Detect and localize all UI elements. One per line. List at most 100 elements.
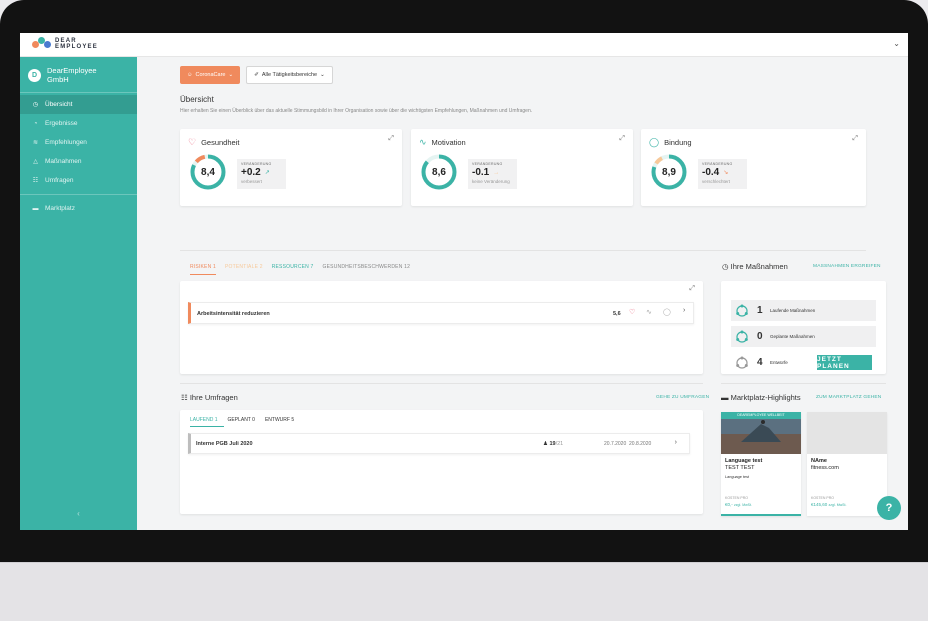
umfragen-tabs: LAUFEND 1 GEPLANT 0 ENTWURF 5 (190, 417, 294, 423)
massnahmen-running[interactable]: 1 Laufende Maßnahmen (731, 300, 876, 321)
app-logo[interactable]: DEAR EMPLOYEE (32, 37, 98, 51)
sidebar-item-massnahmen[interactable]: △ Maßnahmen (20, 152, 137, 171)
kpi-title: Motivation (431, 138, 466, 147)
change-value: -0.1 → (472, 167, 500, 178)
tab-risiken[interactable]: RISIKEN 1 (190, 264, 216, 270)
change-value: -0.4 ↘ (702, 167, 729, 178)
main-content: ☺ CoronaCare ⌄ ✐ Alle Tätigkeitsbereiche… (137, 57, 908, 530)
page-description: Hier erhalten Sie einen Überblick über d… (180, 108, 533, 114)
pulse-icon: ∿ (419, 137, 427, 147)
massnahmen-drafts[interactable]: 4 Entwürfe JETZT PLANEN (731, 352, 876, 373)
marketplace-card[interactable]: NAme fitness.com KOSTEN PRO €145,60 zzgl… (807, 412, 887, 516)
tab-potentiale[interactable]: POTENTIALE 2 (225, 264, 263, 270)
kpi-change-box: VERÄNDERUNG -0.1 → keine Veränderung (468, 159, 517, 189)
kpi-header: ◯ Bindung (649, 137, 692, 148)
chevron-right-icon[interactable]: › (675, 439, 677, 446)
card-icon: ▬ (32, 205, 39, 212)
bell-icon: △ (33, 159, 38, 165)
change-text: verbessert (241, 179, 263, 184)
expand-icon[interactable]: ⤢ (689, 285, 695, 293)
sidebar-item-ergebnisse[interactable]: ◔ Ergebnisse (20, 114, 137, 133)
marketplace-card[interactable]: DEAREMPLOYEE WELLBEIT Language test TEST… (721, 412, 801, 516)
card-cost-label: KOSTEN PRO (725, 496, 748, 500)
label: Entwürfe (770, 360, 788, 365)
section-divider (180, 383, 703, 384)
marktplatz-link[interactable]: ZUM MARKTPLATZ GEHEN (816, 395, 881, 400)
chevron-down-icon: ⌄ (320, 72, 325, 78)
sidebar-item-umfragen[interactable]: ☷ Umfragen (20, 171, 137, 190)
sidebar-item-marktplatz[interactable]: ▬ Marktplatz (20, 199, 137, 218)
kpi-value: 8,4 (201, 166, 215, 178)
coronacare-button[interactable]: ☺ CoronaCare ⌄ (180, 66, 240, 84)
heart-icon: ♡ (188, 137, 197, 147)
card-cost-label: KOSTEN PRO (811, 496, 834, 500)
card-title: Language test (725, 458, 763, 464)
plan-now-button[interactable]: JETZT PLANEN (817, 355, 872, 370)
tab-laufend[interactable]: LAUFEND 1 (190, 417, 218, 423)
survey-dates: 20.7.2020 20.8.2020 (604, 441, 652, 447)
clipboard-icon: ☷ (181, 393, 188, 402)
count: 4 (757, 357, 763, 368)
risk-panel: ⤢ Arbeitsintensität reduzieren 5,6 ♡ ∿ ◯… (180, 281, 703, 374)
account-chevron-icon[interactable]: ⌄ (893, 39, 900, 48)
arrow-right-icon: → (493, 169, 500, 176)
page-title: Übersicht (180, 95, 214, 104)
card-description: Language test (725, 475, 750, 479)
expand-icon[interactable]: ⤢ (852, 135, 858, 143)
area-select-label: Alle Tätigkeitsbereiche (261, 72, 318, 78)
collapse-sidebar-icon[interactable]: ‹ (20, 509, 137, 518)
sidebar-item-uebersicht[interactable]: ◷ Übersicht (20, 95, 137, 114)
umfragen-link[interactable]: GEHE ZU UMFRAGEN (656, 395, 709, 400)
top-bar: DEAR EMPLOYEE ⌄ (20, 33, 908, 57)
survey-row[interactable]: Interne PGB Juli 2020 ♟ 19/21 20.7.2020 … (188, 433, 690, 454)
clock-icon: ◷ (722, 262, 729, 271)
change-value: +0.2 ↗ (241, 167, 270, 178)
change-label: VERÄNDERUNG (702, 162, 733, 166)
org-avatar: D (28, 68, 41, 82)
massnahmen-planned[interactable]: 0 Geplante Maßnahmen (731, 326, 876, 347)
card-badge: DEAREMPLOYEE WELLBEIT (721, 412, 801, 419)
org-switcher[interactable]: D DearEmployee GmbH (20, 57, 137, 93)
cycle-icon (736, 356, 748, 369)
sidebar-item-label: Marktplatz (45, 205, 75, 212)
risk-label: Arbeitsintensität reduzieren (197, 311, 270, 317)
kpi-title: Gesundheit (201, 138, 240, 147)
umfragen-panel: LAUFEND 1 GEPLANT 0 ENTWURF 5 Interne PG… (180, 410, 703, 514)
massnahmen-link[interactable]: MASSNAHMEN ERGREIFEN (813, 264, 881, 269)
coronacare-label: CoronaCare (195, 72, 226, 78)
sidebar: D DearEmployee GmbH ◷ Übersicht ◔ Ergebn… (20, 57, 137, 530)
ring-icon: ◯ (663, 309, 671, 316)
expand-icon[interactable]: ⤢ (388, 135, 394, 143)
kpi-change-box: VERÄNDERUNG -0.4 ↘ verschlechtert (698, 159, 747, 189)
section-divider (721, 383, 886, 384)
tab-entwurf[interactable]: ENTWURF 5 (265, 417, 294, 423)
help-button[interactable]: ? (877, 496, 901, 520)
ring-icon: ◯ (649, 137, 660, 147)
sidebar-item-label: Übersicht (45, 101, 73, 108)
clipboard-icon: ☷ (32, 178, 39, 184)
risk-row[interactable]: Arbeitsintensität reduzieren 5,6 ♡ ∿ ◯ › (188, 302, 694, 324)
sidebar-item-label: Maßnahmen (45, 158, 82, 165)
massnahmen-panel: 1 Laufende Maßnahmen 0 Geplante Maßnahme… (721, 281, 886, 374)
sidebar-item-empfehlungen[interactable]: ≋ Empfehlungen (20, 133, 137, 152)
expand-icon[interactable]: ⤢ (619, 135, 625, 143)
tab-geplant[interactable]: GEPLANT 0 (228, 417, 255, 423)
tab-gesundheitsbeschwerden[interactable]: GESUNDHEITSBESCHWERDEN 12 (323, 264, 411, 270)
umfragen-title: ☷ Ihre Umfragen (181, 393, 238, 402)
sidebar-divider (20, 194, 137, 195)
survey-participants: ♟ 19/21 (543, 441, 564, 447)
area-select[interactable]: ✐ Alle Tätigkeitsbereiche ⌄ (246, 66, 333, 84)
pulse-icon: ∿ (646, 309, 652, 316)
active-tab-indicator (190, 274, 216, 275)
pen-icon: ✐ (254, 72, 259, 78)
chevron-right-icon[interactable]: › (683, 307, 685, 314)
cycle-icon (736, 330, 748, 343)
user-icon: ♟ (543, 441, 548, 447)
card-subtitle: fitness.com (811, 465, 839, 471)
cycle-icon (736, 304, 748, 317)
arrow-down-right-icon: ↘ (723, 170, 729, 176)
clock-icon: ◷ (32, 102, 39, 108)
logo-text: DEAR EMPLOYEE (55, 37, 98, 51)
tab-ressourcen[interactable]: RESSOURCEN 7 (272, 264, 314, 270)
smile-icon: ☺ (186, 72, 193, 78)
